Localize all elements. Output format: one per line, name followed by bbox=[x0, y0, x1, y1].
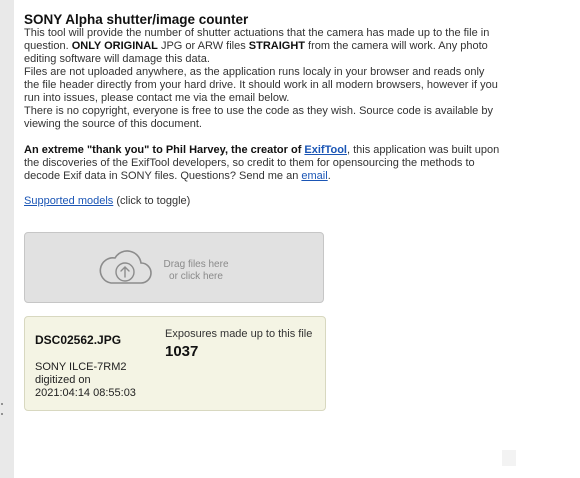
upload-cloud-icon bbox=[99, 250, 152, 284]
intro-emphasis-straight: STRAIGHT bbox=[248, 40, 305, 52]
result-card: DSC02562.JPG SONY ILCE-7RM2 digitized on… bbox=[24, 316, 326, 411]
result-filename: DSC02562.JPG bbox=[35, 333, 122, 347]
thanks-end: . bbox=[327, 170, 331, 182]
intro-emphasis-original: ONLY ORIGINAL bbox=[71, 40, 158, 52]
intro-paragraph-1: This tool will provide the number of shu… bbox=[24, 27, 502, 66]
page-title: SONY Alpha shutter/image counter bbox=[24, 12, 249, 27]
corner-decoration bbox=[502, 450, 516, 466]
content: SONY Alpha shutter/image counter This to… bbox=[24, 12, 502, 208]
exposures-label: Exposures made up to this file bbox=[165, 328, 313, 340]
file-dropzone[interactable]: Drag files here or click here bbox=[24, 232, 324, 303]
supported-models-hint: (click to toggle) bbox=[113, 195, 191, 207]
supported-models-line: Supported models (click to toggle) bbox=[24, 195, 502, 208]
result-camera-info: SONY ILCE-7RM2 digitized on 2021:04:14 0… bbox=[35, 361, 155, 400]
thanks-paragraph: An extreme "thank you" to Phil Harvey, t… bbox=[24, 144, 502, 183]
thanks-bold: An extreme "thank you" to Phil Harvey, t… bbox=[24, 144, 305, 156]
supported-models-link[interactable]: Supported models bbox=[24, 195, 113, 207]
intro-paragraph-2: Files are not uploaded anywhere, as the … bbox=[24, 66, 498, 104]
intro-paragraph-3: There is no copyright, everyone is free … bbox=[24, 105, 493, 130]
edge-decoration bbox=[1, 403, 3, 415]
exposures-count: 1037 bbox=[165, 343, 199, 360]
dropzone-text: Drag files here or click here bbox=[161, 259, 231, 283]
dropzone-line-1: Drag files here bbox=[163, 259, 229, 270]
exiftool-link[interactable]: ExifTool bbox=[304, 144, 347, 156]
page: SONY Alpha shutter/image counter This to… bbox=[14, 0, 580, 478]
email-link[interactable]: email bbox=[301, 170, 327, 182]
digitized-label: digitized on bbox=[35, 374, 91, 386]
camera-model: SONY ILCE-7RM2 bbox=[35, 361, 127, 373]
digitized-date: 2021:04:14 08:55:03 bbox=[35, 387, 136, 399]
dropzone-line-2: or click here bbox=[169, 271, 223, 282]
intro-text: JPG or ARW files bbox=[157, 40, 249, 52]
